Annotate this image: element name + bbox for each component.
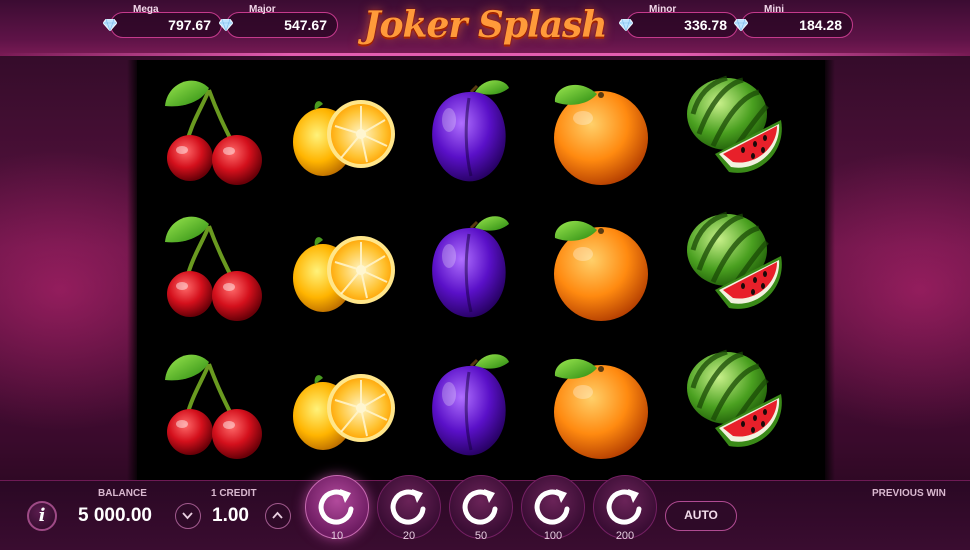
- jackpot-value: 797.67: [168, 17, 211, 33]
- reel-symbol-watermelon: [669, 198, 797, 330]
- jackpot-minor: Minor 336.78: [626, 4, 738, 38]
- credit-label: 1 CREDIT: [211, 488, 257, 499]
- bet-amount: 10: [330, 530, 344, 542]
- lemon-icon: [275, 198, 403, 330]
- reel-symbol-watermelon: [669, 336, 797, 468]
- bet-button-10[interactable]: 10: [305, 473, 369, 545]
- jackpot-mega: Mega 797.67: [110, 4, 222, 38]
- bet-button-20[interactable]: 20: [377, 473, 441, 545]
- cherries-icon: [147, 62, 275, 194]
- credit-value: 1.00: [212, 505, 249, 526]
- orange-icon: [537, 336, 665, 468]
- bet-button-50[interactable]: 50: [449, 473, 513, 545]
- watermelon-icon: [669, 62, 797, 194]
- balance-label: BALANCE: [98, 488, 147, 499]
- reel-symbol-lemon: [275, 62, 403, 194]
- cherries-icon: [147, 336, 275, 468]
- jackpot-value: 336.78: [684, 17, 727, 33]
- jackpot-name: Major: [249, 4, 276, 15]
- reel-symbol-lemon: [275, 198, 403, 330]
- jackpot-name: Mini: [764, 4, 784, 15]
- reel-symbol-plum: [405, 336, 533, 468]
- jackpot-name: Minor: [649, 4, 677, 15]
- info-button[interactable]: i: [27, 501, 57, 531]
- orange-icon: [537, 62, 665, 194]
- jackpot-major: Major 547.67: [226, 4, 338, 38]
- game-logo: Joker Splash: [363, 4, 607, 46]
- spin-arrow-icon: [461, 487, 501, 527]
- credit-decrease-button[interactable]: [175, 503, 201, 529]
- bet-button-200[interactable]: 200: [593, 473, 657, 545]
- bet-amount: 200: [615, 530, 635, 542]
- bet-button-100[interactable]: 100: [521, 473, 585, 545]
- diamond-icon: [219, 19, 233, 31]
- diamond-icon: [734, 19, 748, 31]
- chevron-down-icon: [182, 512, 193, 520]
- bet-amount: 20: [402, 530, 416, 542]
- balance-value: 5 000.00: [78, 505, 152, 526]
- reel-symbol-orange: [537, 62, 665, 194]
- jackpot-mini: Mini 184.28: [741, 4, 853, 38]
- reel-symbol-lemon: [275, 336, 403, 468]
- diamond-icon: [103, 19, 117, 31]
- jackpot-bar: Mega 797.67 Major 547.67 Joker Splash Mi…: [0, 0, 970, 56]
- auto-play-button[interactable]: AUTO: [665, 501, 737, 531]
- orange-icon: [537, 198, 665, 330]
- diamond-icon: [619, 19, 633, 31]
- jackpot-name: Mega: [133, 4, 159, 15]
- bet-amount: 100: [543, 530, 563, 542]
- spin-arrow-icon: [317, 487, 357, 527]
- reels-area[interactable]: [127, 60, 835, 480]
- reel-symbol-cherries: [147, 62, 275, 194]
- lemon-icon: [275, 62, 403, 194]
- jackpot-value: 547.67: [284, 17, 327, 33]
- reel-symbol-orange: [537, 336, 665, 468]
- previous-win-label: PREVIOUS WIN: [872, 488, 946, 499]
- info-icon: i: [38, 505, 46, 526]
- spin-arrow-icon: [605, 487, 645, 527]
- reel-symbol-plum: [405, 198, 533, 330]
- cherries-icon: [147, 198, 275, 330]
- lemon-icon: [275, 336, 403, 468]
- reel-symbol-watermelon: [669, 62, 797, 194]
- plum-icon: [405, 198, 533, 330]
- watermelon-icon: [669, 198, 797, 330]
- spin-arrow-icon: [533, 487, 573, 527]
- reel-symbol-orange: [537, 198, 665, 330]
- watermelon-icon: [669, 336, 797, 468]
- credit-increase-button[interactable]: [265, 503, 291, 529]
- plum-icon: [405, 336, 533, 468]
- reel-symbol-plum: [405, 62, 533, 194]
- jackpot-value: 184.28: [799, 17, 842, 33]
- plum-icon: [405, 62, 533, 194]
- reel-symbol-cherries: [147, 198, 275, 330]
- chevron-up-icon: [272, 511, 283, 519]
- bet-amount: 50: [474, 530, 488, 542]
- spin-arrow-icon: [389, 487, 429, 527]
- reel-symbol-cherries: [147, 336, 275, 468]
